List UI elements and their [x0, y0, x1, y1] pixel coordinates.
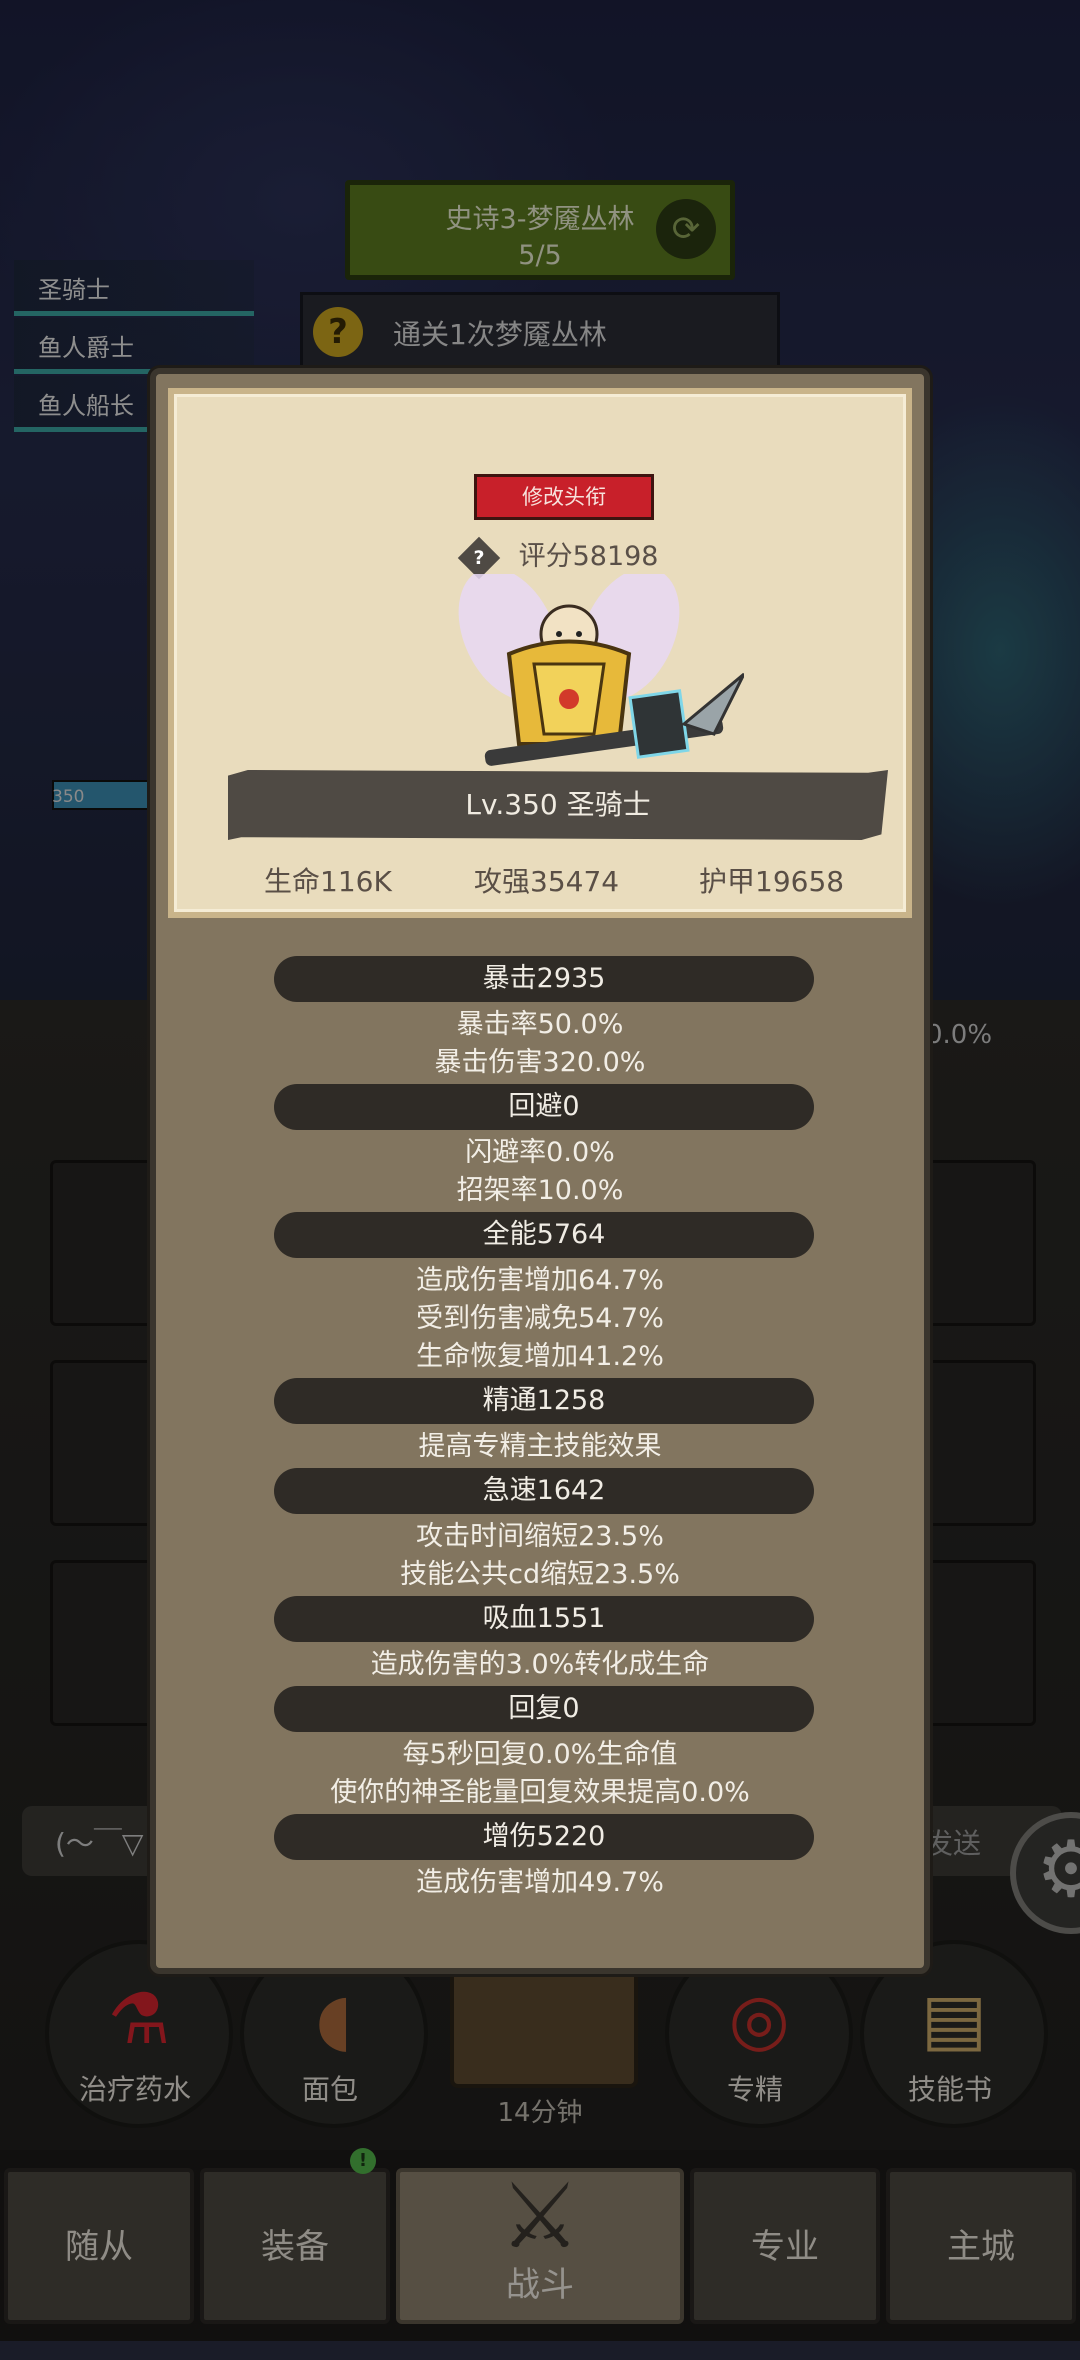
stat-line: 攻击时间缩短23.5% — [416, 1521, 664, 1552]
score-row: ? 评分58198 — [457, 534, 659, 579]
character-card: 修改头衔 ? 评分58198 Lv.350 圣骑士 生命116K 攻强35474… — [168, 388, 912, 918]
stat-line: 技能公共cd缩短23.5% — [400, 1559, 680, 1590]
stat-line: 每5秒回复0.0%生命值 — [402, 1739, 678, 1770]
stat-section-haste: 急速1642 — [274, 1468, 814, 1514]
stat-line: 闪避率0.0% — [465, 1137, 615, 1168]
stat-line: 暴击率50.0% — [456, 1009, 624, 1040]
stat-section-mastery: 精通1258 — [274, 1378, 814, 1424]
stat-line: 提高专精主技能效果 — [418, 1431, 662, 1462]
stat-line: 造成伤害增加49.7% — [416, 1867, 664, 1898]
stat-section-avoidance: 回避0 — [274, 1084, 814, 1130]
stat-section-regen: 回复0 — [274, 1686, 814, 1732]
stat-section-versatility: 全能5764 — [274, 1212, 814, 1258]
help-icon[interactable]: ? — [457, 536, 501, 579]
stat-line: 使你的神圣能量回复效果提高0.0% — [330, 1777, 750, 1808]
hp-stat: 生命116K — [264, 865, 392, 898]
stat-line: 造成伤害的3.0%转化成生命 — [370, 1649, 710, 1680]
rename-title-button[interactable]: 修改头衔 — [474, 474, 654, 520]
paladin-avatar-image — [458, 574, 744, 766]
stat-section-damage-bonus: 增伤5220 — [274, 1814, 814, 1860]
stat-section-crit: 暴击2935 — [274, 956, 814, 1002]
stat-line: 生命恢复增加41.2% — [416, 1341, 664, 1372]
level-title: Lv.350 圣骑士 — [228, 770, 888, 840]
stat-line: 受到伤害减免54.7% — [416, 1303, 664, 1334]
armor-stat: 护甲19658 — [699, 865, 845, 898]
stat-line: 暴击伤害320.0% — [434, 1047, 646, 1078]
stat-line: 招架率10.0% — [456, 1175, 624, 1206]
attack-stat: 攻强35474 — [474, 865, 620, 898]
score-text: 评分58198 — [518, 541, 659, 572]
stat-section-lifesteal: 吸血1551 — [274, 1596, 814, 1642]
stat-line: 造成伤害增加64.7% — [416, 1265, 664, 1296]
character-stats-modal: 修改头衔 ? 评分58198 Lv.350 圣骑士 生命116K 攻强35474… — [150, 368, 930, 1974]
